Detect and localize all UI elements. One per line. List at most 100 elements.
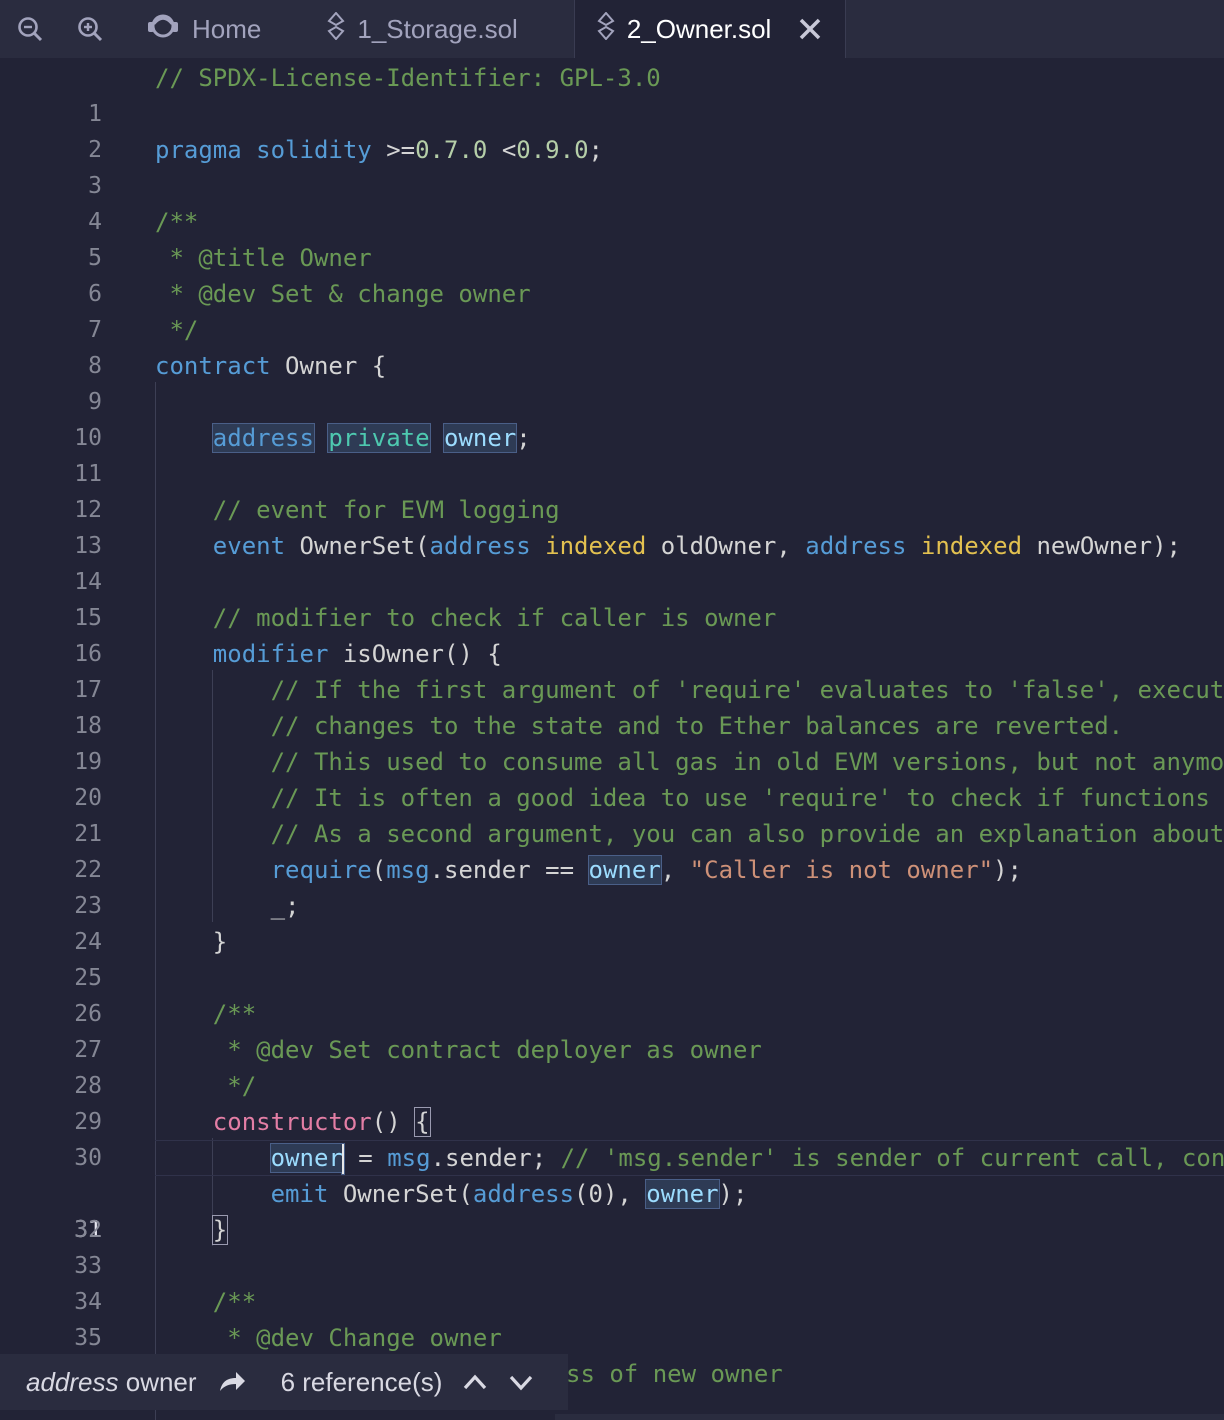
code-editor[interactable]: 1 // SPDX-License-Identifier: GPL-3.0 2 …: [0, 58, 1224, 1420]
peek-symbol: address owner: [26, 1367, 197, 1398]
code-token: address: [472, 1180, 575, 1208]
zoom-out-icon[interactable]: [0, 0, 60, 58]
code-line: 2: [0, 96, 1224, 163]
code-line: 6 * @title Owner: [0, 240, 1224, 307]
code-text: */: [212, 1072, 257, 1100]
code-token: isOwner() {: [328, 640, 502, 668]
code-text: // event for EVM logging: [212, 496, 560, 524]
peek-symbol-type: address: [26, 1366, 119, 1397]
code-line: 15: [0, 564, 1224, 631]
code-text: * @dev Change owner: [212, 1324, 502, 1352]
code-line: 32 emit OwnerSet(address(0), owner);: [0, 1176, 1224, 1243]
code-token: msg: [386, 856, 430, 884]
zoom-in-icon[interactable]: [60, 0, 120, 58]
code-text: ss of new owner: [566, 1360, 783, 1388]
code-line: 34: [0, 1248, 1224, 1315]
code-token: address: [429, 532, 531, 560]
solidity-icon: [597, 10, 615, 47]
bottom-edge-bar: [555, 1414, 1224, 1420]
code-token: 0.7.0: [415, 136, 488, 164]
code-token: msg: [387, 1144, 431, 1172]
tab-label: 1_Storage.sol: [357, 13, 518, 44]
code-token: Owner {: [270, 352, 387, 380]
code-text: */: [155, 316, 199, 344]
code-token: <: [501, 136, 517, 164]
go-to-definition-icon[interactable]: [217, 1369, 247, 1395]
code-token: newOwner);: [1022, 532, 1181, 560]
bracket-match: }: [211, 1215, 229, 1245]
code-line: 1 // SPDX-License-Identifier: GPL-3.0: [0, 60, 1224, 127]
code-text: /**: [155, 208, 199, 236]
code-token: address: [805, 532, 907, 560]
tab-1-storage-sol[interactable]: 1_Storage.sol: [283, 0, 573, 58]
code-token: _;: [270, 892, 300, 920]
code-token: }: [212, 928, 228, 956]
code-line: 22 // As a second argument, you can also…: [0, 816, 1224, 883]
code-token: modifier: [212, 640, 329, 668]
code-token: owne: [270, 1144, 329, 1172]
code-token: );: [993, 856, 1023, 884]
editor-tab-bar: Home 1_Storage.sol 2_Owner.sol: [0, 0, 1224, 58]
highlighted-token: owner: [587, 855, 662, 885]
code-line: 11 address private owner;: [0, 420, 1224, 487]
code-line: 21 // It is often a good idea to use 're…: [0, 780, 1224, 847]
code-line: 24 _;: [0, 888, 1224, 955]
code-token: emit: [270, 1180, 329, 1208]
code-text: // 'msg.sender' is sender of current cal…: [560, 1144, 1224, 1172]
code-text: // This used to consume all gas in old E…: [270, 748, 1224, 776]
code-token: contract: [155, 352, 271, 380]
code-text: /**: [212, 1000, 257, 1028]
code-text: // If the first argument of 'require' ev…: [270, 676, 1224, 704]
code-text: * @dev Set contract deployer as owner: [212, 1036, 762, 1064]
highlighted-token: private: [327, 423, 431, 453]
current-code-line[interactable]: 31 owner = msg.sender; // 'msg.sender' i…: [0, 1140, 1224, 1243]
code-line: 25 }: [0, 924, 1224, 991]
peek-symbol-name: owner: [125, 1366, 197, 1397]
code-text: * @dev Set & change owner: [155, 280, 531, 308]
code-line: 8 */: [0, 312, 1224, 379]
highlighted-token: owner: [269, 1143, 345, 1174]
code-text: // modifier to check if caller is owner: [212, 604, 777, 632]
code-text: // SPDX-License-Identifier: GPL-3.0: [155, 64, 661, 92]
code-text: // changes to the state and to Ether bal…: [270, 712, 1124, 740]
code-text: * @title Owner: [155, 244, 372, 272]
code-token: require: [270, 856, 372, 884]
chevron-up-icon[interactable]: [462, 1371, 488, 1393]
code-line: 33 }: [0, 1212, 1224, 1279]
code-line: 17 modifier isOwner() {: [0, 636, 1224, 703]
code-line: 19 // changes to the state and to Ether …: [0, 708, 1224, 775]
code-token: "Caller is not owner": [689, 856, 994, 884]
chevron-down-icon[interactable]: [508, 1371, 534, 1393]
code-token: event: [212, 532, 286, 560]
code-line: 27 /**: [0, 996, 1224, 1063]
code-token: >=: [386, 136, 416, 164]
code-line: 10: [0, 384, 1224, 451]
code-line: 20 // This used to consume all gas in ol…: [0, 744, 1224, 811]
tab-2-owner-sol[interactable]: 2_Owner.sol: [573, 0, 847, 58]
code-line: 14 event OwnerSet(address indexed oldOwn…: [0, 528, 1224, 595]
code-line: 23 require(msg.sender == owner, "Caller …: [0, 852, 1224, 919]
code-token: .sender ==: [429, 856, 589, 884]
code-line: 36 * @dev Change owner: [0, 1320, 1224, 1387]
code-text: /**: [212, 1288, 257, 1316]
code-token: oldOwner,: [646, 532, 806, 560]
highlighted-token: owner: [443, 423, 518, 453]
code-line: 26: [0, 960, 1224, 1027]
code-token: OwnerSet(: [328, 1180, 473, 1208]
code-token: (: [371, 856, 387, 884]
close-tab-icon[interactable]: [797, 16, 823, 42]
code-line: 9 contract Owner {: [0, 348, 1224, 415]
code-token: ,: [660, 856, 690, 884]
tab-label: 2_Owner.sol: [626, 13, 772, 44]
code-token: indexed: [920, 532, 1023, 560]
code-line: 35 /**: [0, 1284, 1224, 1351]
tab-home[interactable]: Home: [120, 0, 283, 58]
code-token: 0.9.0: [516, 136, 589, 164]
highlighted-token: address: [211, 423, 315, 453]
code-line: 13 // event for EVM logging: [0, 492, 1224, 559]
highlighted-token: owner: [645, 1179, 720, 1209]
tab-label: Home: [192, 13, 262, 44]
code-text: // As a second argument, you can also pr…: [270, 820, 1224, 848]
code-line: 3 pragma solidity >=0.7.0 <0.9.0;: [0, 132, 1224, 199]
code-line: 29 */: [0, 1068, 1224, 1135]
